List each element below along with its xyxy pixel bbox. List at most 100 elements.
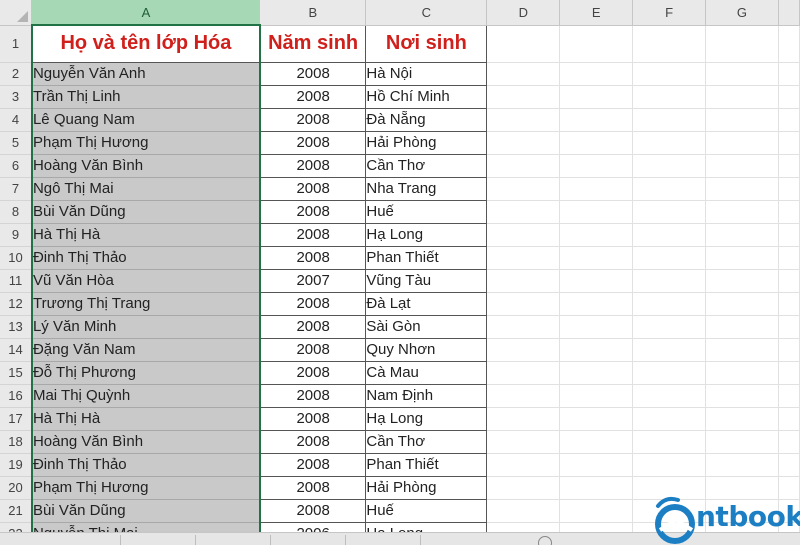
empty-cell[interactable]: [559, 315, 634, 339]
empty-cell[interactable]: [486, 246, 561, 270]
place-cell[interactable]: Hải Phòng: [365, 476, 488, 500]
empty-cell[interactable]: [778, 85, 800, 109]
empty-cell[interactable]: [559, 499, 634, 523]
empty-cell[interactable]: [705, 200, 779, 224]
year-cell[interactable]: 2008: [259, 430, 367, 454]
column-header-d[interactable]: D: [486, 0, 561, 26]
empty-cell[interactable]: [632, 361, 707, 385]
empty-cell[interactable]: [632, 269, 707, 293]
empty-cell[interactable]: [559, 292, 634, 316]
empty-cell[interactable]: [486, 62, 561, 86]
year-cell[interactable]: 2008: [259, 108, 367, 132]
row-header[interactable]: 8: [0, 200, 33, 224]
year-cell[interactable]: 2008: [259, 292, 367, 316]
name-cell[interactable]: Hà Thị Hà: [30, 407, 261, 431]
name-cell[interactable]: Bùi Văn Dũng: [30, 200, 261, 224]
row-header[interactable]: 10: [0, 246, 33, 270]
row-header[interactable]: 6: [0, 154, 33, 178]
empty-cell[interactable]: [778, 269, 800, 293]
year-cell[interactable]: 2008: [259, 223, 367, 247]
empty-cell[interactable]: [486, 85, 561, 109]
empty-cell[interactable]: [705, 85, 779, 109]
empty-cell[interactable]: [486, 315, 561, 339]
row-header[interactable]: 12: [0, 292, 33, 316]
empty-cell[interactable]: [486, 131, 561, 155]
empty-cell[interactable]: [559, 338, 634, 362]
year-cell[interactable]: 2008: [259, 476, 367, 500]
empty-cell[interactable]: [632, 200, 707, 224]
year-cell[interactable]: 2008: [259, 85, 367, 109]
empty-cell[interactable]: [778, 453, 800, 477]
empty-cell[interactable]: [486, 200, 561, 224]
empty-cell[interactable]: [705, 154, 779, 178]
empty-cell[interactable]: [778, 430, 800, 454]
place-cell[interactable]: Hạ Long: [365, 223, 488, 247]
name-cell[interactable]: Hoàng Văn Bình: [30, 430, 261, 454]
empty-cell[interactable]: [632, 85, 707, 109]
name-cell[interactable]: Lê Quang Nam: [30, 108, 261, 132]
year-cell[interactable]: 2008: [259, 200, 367, 224]
empty-cell[interactable]: [486, 338, 561, 362]
empty-cell[interactable]: [705, 292, 779, 316]
empty-cell[interactable]: [559, 407, 634, 431]
place-cell[interactable]: Hồ Chí Minh: [365, 85, 488, 109]
place-cell[interactable]: Nha Trang: [365, 177, 488, 201]
name-cell[interactable]: Vũ Văn Hòa: [30, 269, 261, 293]
place-cell[interactable]: Đà Lạt: [365, 292, 488, 316]
name-cell[interactable]: Hoàng Văn Bình: [30, 154, 261, 178]
empty-cell[interactable]: [632, 25, 707, 63]
column-header-g[interactable]: G: [705, 0, 779, 26]
empty-cell[interactable]: [632, 177, 707, 201]
year-cell[interactable]: 2008: [259, 154, 367, 178]
empty-cell[interactable]: [778, 131, 800, 155]
place-cell[interactable]: Cần Thơ: [365, 154, 488, 178]
empty-cell[interactable]: [486, 499, 561, 523]
row-header[interactable]: 16: [0, 384, 33, 408]
header-cell-year[interactable]: Năm sinh: [259, 25, 367, 63]
empty-cell[interactable]: [486, 453, 561, 477]
empty-cell[interactable]: [486, 154, 561, 178]
year-cell[interactable]: 2008: [259, 453, 367, 477]
row-header[interactable]: 3: [0, 85, 33, 109]
empty-cell[interactable]: [559, 177, 634, 201]
name-cell[interactable]: Ngô Thị Mai: [30, 177, 261, 201]
empty-cell[interactable]: [486, 361, 561, 385]
empty-cell[interactable]: [486, 292, 561, 316]
name-cell[interactable]: Phạm Thị Hương: [30, 131, 261, 155]
empty-cell[interactable]: [705, 430, 779, 454]
row-header[interactable]: 1: [0, 25, 33, 63]
empty-cell[interactable]: [632, 62, 707, 86]
year-cell[interactable]: 2008: [259, 246, 367, 270]
empty-cell[interactable]: [705, 361, 779, 385]
empty-cell[interactable]: [632, 338, 707, 362]
row-header[interactable]: 9: [0, 223, 33, 247]
empty-cell[interactable]: [705, 407, 779, 431]
empty-cell[interactable]: [778, 200, 800, 224]
empty-cell[interactable]: [632, 315, 707, 339]
empty-cell[interactable]: [486, 25, 561, 63]
year-cell[interactable]: 2008: [259, 177, 367, 201]
empty-cell[interactable]: [705, 177, 779, 201]
row-header[interactable]: 11: [0, 269, 33, 293]
empty-cell[interactable]: [705, 315, 779, 339]
empty-cell[interactable]: [486, 108, 561, 132]
column-header-partial[interactable]: [778, 0, 800, 26]
empty-cell[interactable]: [632, 453, 707, 477]
empty-cell[interactable]: [705, 338, 779, 362]
row-header[interactable]: 18: [0, 430, 33, 454]
empty-cell[interactable]: [486, 407, 561, 431]
place-cell[interactable]: Vũng Tàu: [365, 269, 488, 293]
empty-cell[interactable]: [778, 315, 800, 339]
place-cell[interactable]: Hạ Long: [365, 407, 488, 431]
name-cell[interactable]: Hà Thị Hà: [30, 223, 261, 247]
year-cell[interactable]: 2008: [259, 131, 367, 155]
empty-cell[interactable]: [559, 476, 634, 500]
year-cell[interactable]: 2006: [259, 522, 367, 532]
name-cell[interactable]: Lý Văn Minh: [30, 315, 261, 339]
name-cell[interactable]: Đặng Văn Nam: [30, 338, 261, 362]
empty-cell[interactable]: [559, 246, 634, 270]
select-all-corner[interactable]: [0, 0, 33, 26]
empty-cell[interactable]: [559, 85, 634, 109]
empty-cell[interactable]: [632, 246, 707, 270]
empty-cell[interactable]: [778, 62, 800, 86]
